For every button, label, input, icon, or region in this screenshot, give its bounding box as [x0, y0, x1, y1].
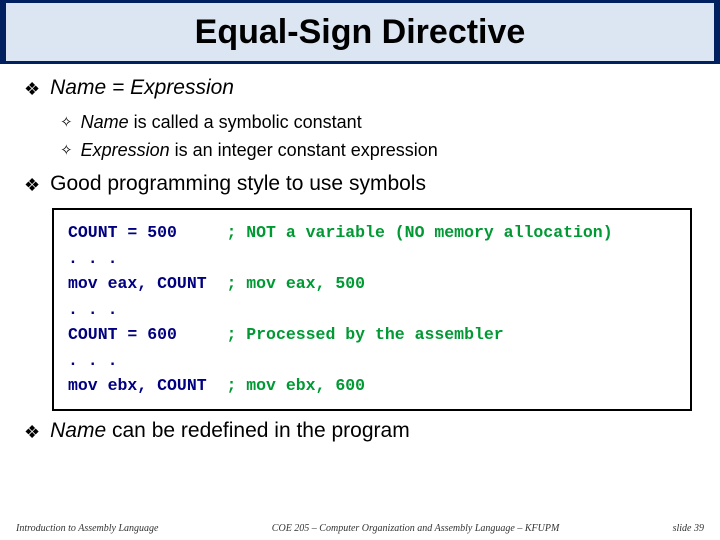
code-line: COUNT = 500 ; NOT a variable (NO memory … [68, 220, 676, 246]
code-stmt: mov eax, COUNT [68, 274, 226, 293]
footer-left: Introduction to Assembly Language [16, 523, 159, 534]
subdiamond-icon: ✧ [60, 140, 73, 162]
bullet-3: ❖ Name can be redefined in the program [24, 419, 696, 445]
bullet-1-sub-2: ✧ Expression is an integer constant expr… [60, 140, 696, 162]
bullet-3-em: Name [50, 419, 106, 442]
code-line: COUNT = 600 ; Processed by the assembler [68, 322, 676, 348]
sub-text: Name is called a symbolic constant [81, 112, 362, 133]
sub-em: Expression [81, 140, 170, 160]
diamond-icon: ❖ [24, 172, 40, 198]
code-line: . . . [68, 348, 676, 374]
code-stmt: COUNT = 500 [68, 223, 226, 242]
code-comment: ; mov eax, 500 [226, 274, 365, 293]
footer: Introduction to Assembly Language COE 20… [0, 523, 720, 534]
code-block: COUNT = 500 ; NOT a variable (NO memory … [52, 208, 692, 411]
sub-em: Name [81, 112, 129, 132]
code-comment: ; NOT a variable (NO memory allocation) [226, 223, 612, 242]
bullet-2-text: Good programming style to use symbols [50, 172, 426, 196]
code-stmt: COUNT = 600 [68, 325, 226, 344]
bullet-3-text: Name can be redefined in the program [50, 419, 410, 443]
diamond-icon: ❖ [24, 419, 40, 445]
code-comment: ; Processed by the assembler [226, 325, 503, 344]
slide-content: ❖ Name = Expression ✧ Name is called a s… [0, 64, 720, 445]
code-comment: ; mov ebx, 600 [226, 376, 365, 395]
sub-rest: is an integer constant expression [170, 140, 438, 160]
bullet-2: ❖ Good programming style to use symbols [24, 172, 696, 198]
slide-title: Equal-Sign Directive [6, 3, 714, 61]
code-line: . . . [68, 246, 676, 272]
bullet-1-sub-1: ✧ Name is called a symbolic constant [60, 112, 696, 134]
diamond-icon: ❖ [24, 76, 40, 102]
code-line: mov ebx, COUNT ; mov ebx, 600 [68, 373, 676, 399]
code-stmt: mov ebx, COUNT [68, 376, 226, 395]
title-bar: Equal-Sign Directive [0, 0, 720, 64]
footer-center: COE 205 – Computer Organization and Asse… [272, 523, 560, 534]
sub-text: Expression is an integer constant expres… [81, 140, 438, 161]
bullet-1: ❖ Name = Expression [24, 76, 696, 102]
bullet-1-text: Name = Expression [50, 76, 234, 100]
sub-rest: is called a symbolic constant [129, 112, 362, 132]
bullet-3-rest: can be redefined in the program [106, 419, 410, 442]
footer-right: slide 39 [673, 523, 704, 534]
code-line: mov eax, COUNT ; mov eax, 500 [68, 271, 676, 297]
code-line: . . . [68, 297, 676, 323]
subdiamond-icon: ✧ [60, 112, 73, 134]
